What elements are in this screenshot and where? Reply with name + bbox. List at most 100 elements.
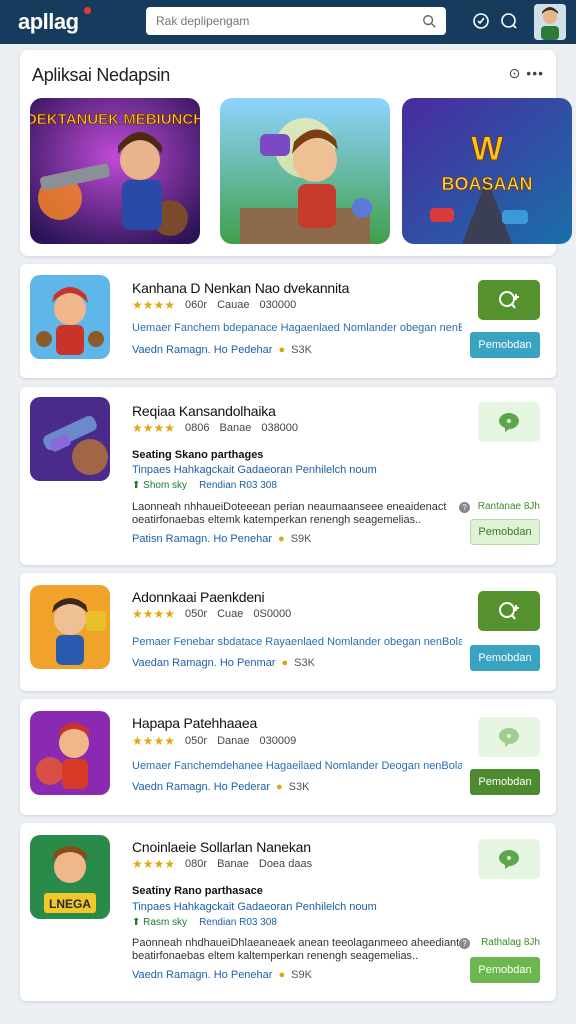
app-card[interactable]: LNEGA Cnoinlaeie Sollarlan Nanekan ★★★★ …: [20, 823, 556, 1001]
help-icon[interactable]: ?: [459, 938, 470, 949]
tag-rendian: Rendian R03 308: [199, 480, 277, 491]
meta-c: 038000: [261, 422, 299, 434]
app-subdescription: Tinpaes Hahkagckait Gadaeoran Penhilelch…: [132, 901, 377, 913]
app-meta: ★★★★ 080r Banae Doea daas: [132, 857, 312, 871]
app-description: Uemaer Fanchemdehanee Hagaeilaed Nomland…: [132, 760, 462, 772]
meta-c: 030000: [259, 299, 297, 311]
install-button[interactable]: Pemobdan: [470, 519, 540, 545]
meta-b: Danae: [217, 735, 250, 747]
logo-dot: [84, 7, 91, 14]
app-long-desc-1: Laonneah nhhaueiDoteeean perian neaumaan…: [132, 501, 447, 513]
featured-banner-2[interactable]: [220, 98, 390, 244]
chat-bubble-button[interactable]: [478, 402, 540, 442]
meta-b: Banae: [219, 422, 252, 434]
app-card[interactable]: Hapapa Patehhaaea ★★★★ 050r Danae 030009…: [20, 699, 556, 815]
svg-text:W: W: [471, 130, 504, 168]
app-footer: Patisn Ramagn. Ho Penehar ● S9K: [132, 533, 311, 545]
developer-label: Vaedn Ramagn. Ho Pedehar: [132, 344, 273, 356]
chat-bubble-button[interactable]: [478, 839, 540, 879]
app-meta: ★★★★ 050r Danae 030009: [132, 734, 296, 748]
app-card[interactable]: Kanhana D Nenkan Nao dvekannita ★★★★ 060…: [20, 264, 556, 378]
app-subdescription: Tinpaes Hahkagckait Gadaeoran Penhilelch…: [132, 464, 377, 476]
help-icon[interactable]: ?: [459, 502, 470, 513]
app-card[interactable]: Reqiaa Kansandolhaika ★★★★ 0806 Banae 03…: [20, 387, 556, 565]
search-bar[interactable]: [146, 7, 446, 35]
banner-3-text: BOASAAN: [441, 174, 532, 194]
app-thumbnail[interactable]: LNEGA: [30, 835, 110, 919]
meta-a: 060r: [185, 299, 208, 311]
app-long-desc-2: beatirfonaebas eltem kaltemperkan reneng…: [132, 950, 419, 962]
logo-text: apllag: [18, 9, 79, 34]
meta-b: Cauae: [217, 299, 250, 311]
app-footer: Vaedn Ramagn. Ho Pedehar ● S3K: [132, 344, 312, 356]
featured-section: Apliksai Nedapsin ⊙ ••• DEKTANUEK MEBIUN…: [20, 50, 572, 256]
install-button[interactable]: Pemobdan: [470, 957, 540, 983]
app-subtitle: Seatiny Rano parthasace: [132, 885, 263, 897]
notifications-icon[interactable]: [470, 10, 492, 32]
search-input[interactable]: [156, 14, 422, 28]
size-label: S3K: [288, 781, 310, 793]
rating-stars: ★★★★: [132, 734, 176, 748]
app-card[interactable]: Adonnkaai Paenkdeni ★★★★ 050r Cuae 0S000…: [20, 573, 556, 691]
install-button[interactable]: Pemobdan: [470, 769, 540, 795]
chat-bubble-button[interactable]: [478, 717, 540, 757]
app-thumbnail[interactable]: [30, 585, 110, 669]
coin-icon: ●: [278, 344, 286, 356]
coin-icon: ●: [281, 657, 289, 669]
meta-c: Doea daas: [258, 858, 313, 870]
rating-stars: ★★★★: [132, 607, 176, 621]
app-title[interactable]: Kanhana D Nenkan Nao dvekannita: [132, 280, 349, 296]
featured-banner-3[interactable]: W BOASAAN: [402, 98, 572, 244]
meta-b: Banae: [217, 858, 249, 870]
install-button[interactable]: Pemobdan: [470, 332, 540, 358]
tag-rendian: Rendian R03 308: [199, 917, 277, 928]
size-label: S3K: [291, 344, 312, 356]
app-title[interactable]: Reqiaa Kansandolhaika: [132, 403, 276, 419]
side-note: Rantanae 8Jh: [477, 501, 540, 512]
app-long-desc-2: oeatirfonaebas eltemk katemperkan reneng…: [132, 514, 422, 526]
app-description: Uemaer Fanchem bdepanace Hagaenlaed Noml…: [132, 322, 462, 334]
meta-a: 050r: [185, 608, 208, 620]
app-description: Pemaer Fenebar sbdatace Rayaenlaed Nomla…: [132, 636, 462, 648]
coin-icon: ●: [278, 533, 285, 545]
app-title[interactable]: Adonnkaai Paenkdeni: [132, 589, 265, 605]
rating-stars: ★★★★: [132, 421, 176, 435]
app-footer: Vaedn Ramagn. Ho Pederar ● S3K: [132, 781, 309, 793]
app-logo[interactable]: apllag: [18, 7, 138, 35]
app-title[interactable]: Hapapa Patehhaaea: [132, 715, 257, 731]
app-meta: ★★★★ 0806 Banae 038000: [132, 421, 298, 435]
search-icon[interactable]: [422, 14, 436, 28]
side-note: Rathalag 8Jh: [481, 937, 540, 948]
install-button[interactable]: Pemobdan: [470, 645, 540, 671]
chat-icon[interactable]: [498, 10, 520, 32]
coin-icon: ●: [278, 969, 286, 981]
size-label: S9K: [291, 969, 312, 981]
meta-a: 050r: [185, 735, 208, 747]
developer-label: Vaedn Ramagn. Ho Pederar: [132, 781, 270, 793]
app-meta: ★★★★ 050r Cuae 0S0000: [132, 607, 291, 621]
svg-text:LNEGA: LNEGA: [49, 897, 91, 911]
download-icon-button[interactable]: [478, 280, 540, 320]
app-thumbnail[interactable]: [30, 711, 110, 795]
more-options-icon[interactable]: ⊙ •••: [509, 65, 544, 82]
app-footer: Vaedn Ramagn. Ho Penehar ● S9K: [132, 969, 312, 981]
download-icon-button[interactable]: [478, 591, 540, 631]
developer-label: Vaedan Ramagn. Ho Penmar: [132, 657, 276, 669]
featured-banner-1[interactable]: DEKTANUEK MEBIUNCH: [30, 98, 200, 244]
app-tags: ⬆ Rasm sky Rendian R03 308: [132, 917, 277, 928]
meta-c: 0S0000: [253, 608, 292, 620]
developer-label: Vaedn Ramagn. Ho Penehar: [132, 969, 273, 981]
top-bar: apllag: [0, 0, 576, 44]
app-subtitle: Seating Skano parthages: [132, 449, 264, 461]
app-thumbnail[interactable]: [30, 397, 110, 481]
rating-stars: ★★★★: [132, 298, 176, 312]
featured-title: Apliksai Nedapsin: [32, 65, 170, 85]
app-title[interactable]: Cnoinlaeie Sollarlan Nanekan: [132, 839, 311, 855]
user-avatar[interactable]: [534, 4, 566, 40]
rating-stars: ★★★★: [132, 857, 176, 871]
app-footer: Vaedan Ramagn. Ho Penmar ● S3K: [132, 657, 315, 669]
size-label: S3K: [294, 657, 315, 669]
app-tags: ⬆ Shom sky Rendian R03 308: [132, 480, 277, 491]
app-thumbnail[interactable]: [30, 275, 110, 359]
developer-label: Patisn Ramagn. Ho Penehar: [132, 533, 273, 545]
